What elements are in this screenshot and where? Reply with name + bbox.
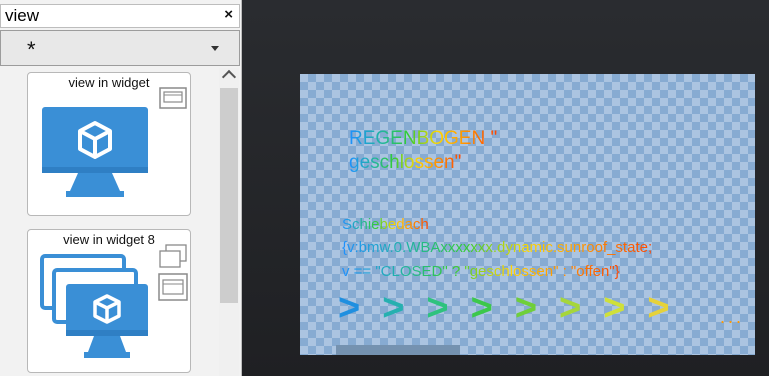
chevron-right-icon: > [559, 287, 582, 329]
chevron-right-icon: > [647, 287, 670, 329]
monitor-cube-icon [42, 107, 148, 197]
editor-canvas[interactable]: REGENBOGEN " geschlossen" Schiebedach {v… [242, 0, 769, 376]
binding-text-line-2: {v:bmw.0.WBAxxxxxxx.dynamic.sunroof_stat… [342, 239, 653, 256]
windows-stack-icon [158, 244, 188, 301]
widget-palette-panel: × * view in widget [0, 0, 242, 376]
search-box: × [0, 4, 240, 28]
widget-preview[interactable]: REGENBOGEN " geschlossen" Schiebedach {v… [300, 74, 755, 355]
stacked-monitors-cube-icon [40, 254, 148, 358]
chevron-right-icon: > [514, 287, 538, 329]
clear-search-icon[interactable]: × [224, 6, 233, 23]
chevron-right-icon: > [426, 287, 449, 329]
chevron-right-icon: > [382, 287, 405, 329]
chevron-right-icon: > [603, 287, 626, 329]
scrollbar-thumb[interactable] [220, 88, 238, 303]
chevron-right-icon: > [338, 287, 361, 329]
filter-dropdown[interactable]: * [0, 30, 240, 66]
filter-value: * [27, 37, 36, 62]
widget-list: view in widget view in widget 8 [0, 68, 240, 376]
binding-text-line-3: v == "CLOSED" ? "geschlossen" : "offen"} [342, 263, 620, 280]
chevron-right-icon: > [470, 287, 493, 329]
search-input[interactable] [5, 7, 215, 25]
arrow-row: > > > > > > > > [338, 289, 670, 327]
widget-card-view-in-widget-8[interactable]: view in widget 8 [27, 229, 191, 373]
widget-card-view-in-widget[interactable]: view in widget [27, 72, 191, 216]
chevron-down-icon[interactable] [211, 46, 219, 51]
window-icon [159, 87, 187, 109]
scroll-up-icon[interactable] [219, 68, 239, 86]
list-scrollbar[interactable] [219, 68, 239, 376]
ellipsis-dots: ... [720, 307, 745, 327]
binding-text-line-1: Schiebedach [342, 216, 429, 233]
rainbow-title-line-1: REGENBOGEN " [349, 128, 498, 149]
rainbow-title-line-2: geschlossen" [349, 152, 462, 173]
preview-bar [336, 345, 460, 355]
